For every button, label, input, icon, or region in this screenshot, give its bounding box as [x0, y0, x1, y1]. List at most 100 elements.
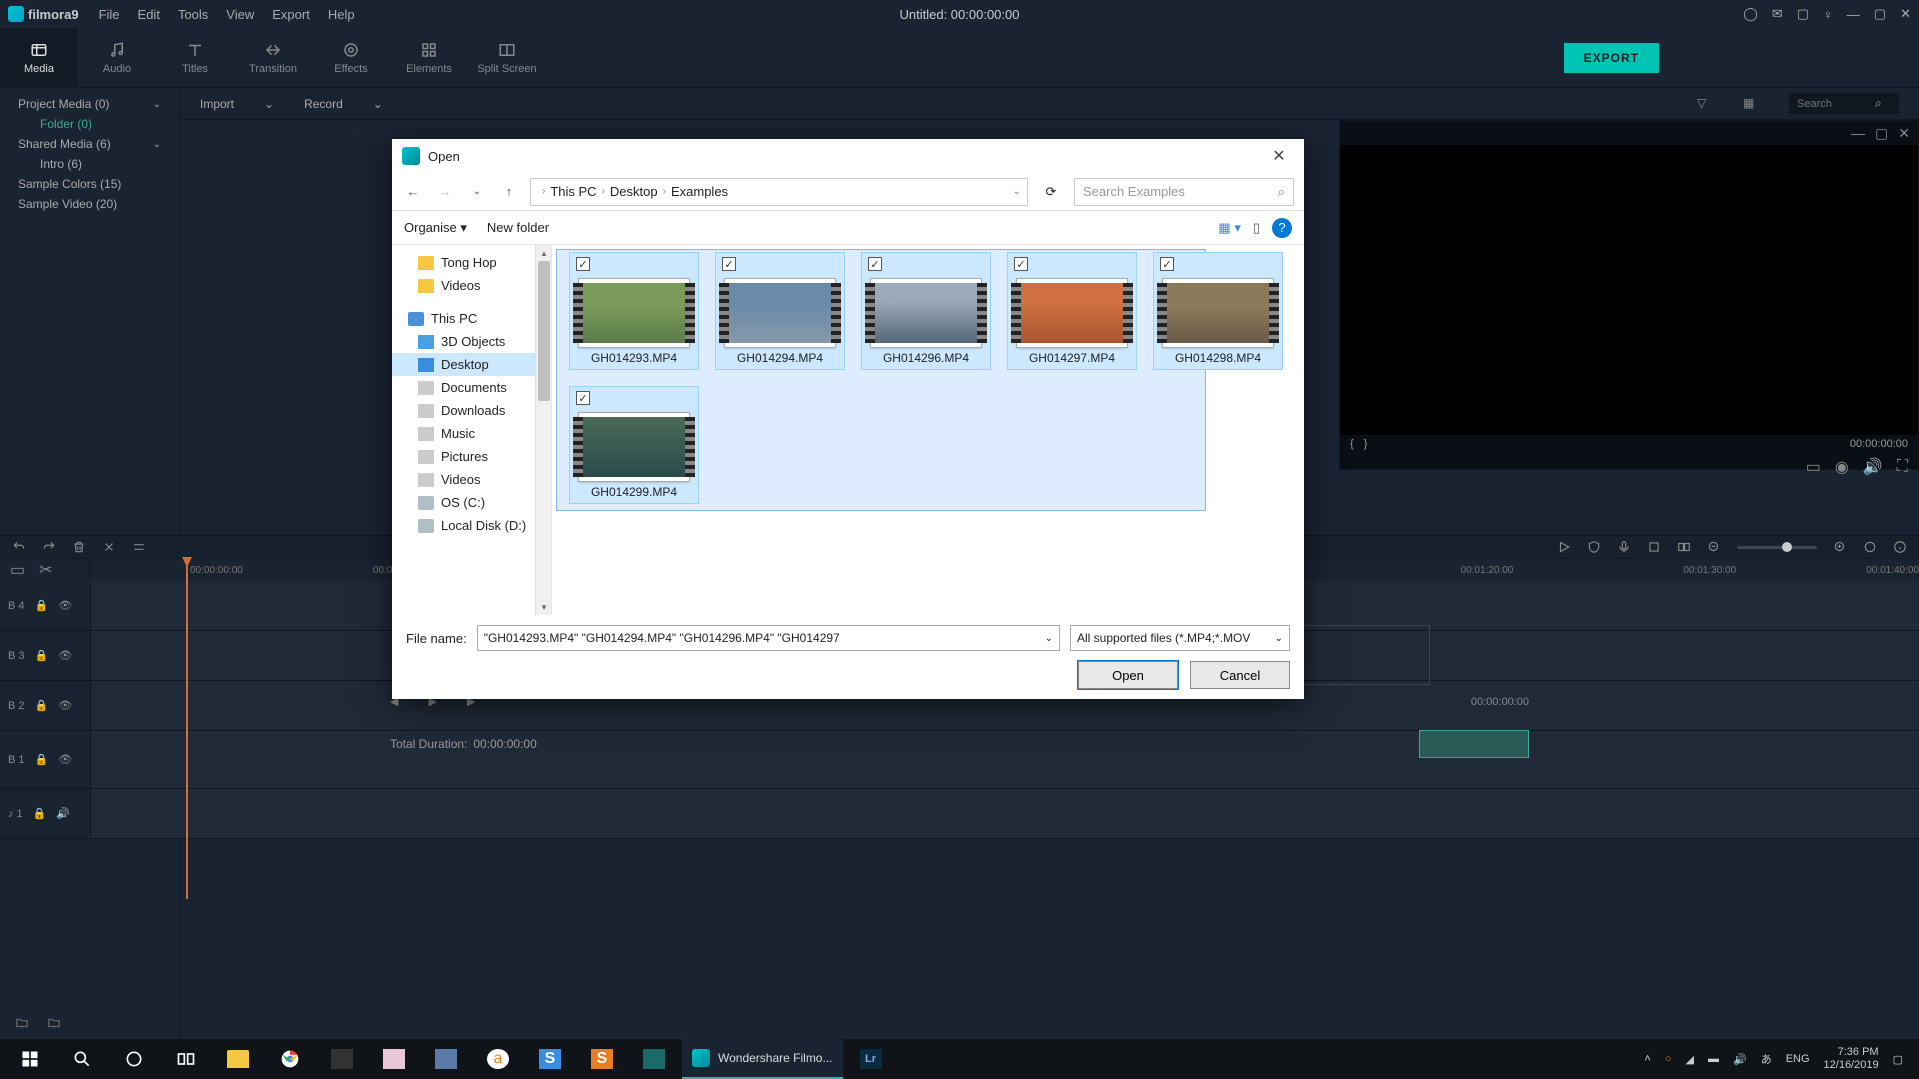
- undo-icon[interactable]: [12, 540, 26, 554]
- panel-icon[interactable]: [1677, 540, 1691, 554]
- playhead[interactable]: [186, 559, 188, 899]
- scroll-up-icon[interactable]: ▴: [536, 245, 552, 261]
- mark-in-icon[interactable]: {: [1350, 438, 1354, 450]
- menu-edit[interactable]: Edit: [138, 7, 160, 22]
- eye-icon[interactable]: 👁: [58, 599, 72, 612]
- mark-out-icon[interactable]: }: [1364, 438, 1368, 450]
- taskview-button[interactable]: [162, 1039, 210, 1079]
- render-preview[interactable]: [1419, 730, 1529, 758]
- message-icon[interactable]: ✉: [1772, 6, 1783, 22]
- mail-icon[interactable]: ▢: [1797, 6, 1809, 22]
- lock-icon[interactable]: 🔒: [35, 649, 49, 662]
- filetype-select[interactable]: All supported files (*.MP4;*.MOV ⌄: [1070, 625, 1290, 651]
- mic-icon[interactable]: [1617, 540, 1631, 554]
- tab-transition[interactable]: Transition: [234, 28, 312, 88]
- maximize-icon[interactable]: ▢: [1874, 6, 1886, 22]
- forward-icon[interactable]: →: [434, 181, 456, 203]
- language-indicator[interactable]: ENG: [1786, 1053, 1810, 1065]
- tab-media[interactable]: Media: [0, 28, 78, 88]
- app-teal[interactable]: [630, 1039, 678, 1079]
- track-head-2[interactable]: B 2🔒👁: [0, 699, 90, 712]
- speaker-icon[interactable]: 🔊: [56, 807, 70, 820]
- file-checkbox[interactable]: ✓: [722, 257, 736, 271]
- search-input[interactable]: [1797, 98, 1867, 110]
- new-folder-button[interactable]: New folder: [487, 220, 549, 235]
- filename-dropdown-icon[interactable]: ⌄: [1045, 633, 1053, 644]
- dialog-search[interactable]: Search Examples ⌕: [1074, 178, 1294, 206]
- tree-shared-media[interactable]: Shared Media (6)⌄: [0, 134, 179, 154]
- battery-icon[interactable]: ▬: [1708, 1053, 1719, 1065]
- lock-icon[interactable]: 🔒: [35, 753, 49, 766]
- breadcrumb[interactable]: › This PC › Desktop › Examples ⌄: [530, 178, 1028, 206]
- bc-examples[interactable]: Examples: [671, 184, 728, 199]
- store-app[interactable]: [318, 1039, 366, 1079]
- app-lr[interactable]: Lr: [847, 1039, 895, 1079]
- view-mode-icon[interactable]: ▦ ▾: [1218, 220, 1240, 236]
- marker-icon[interactable]: [1647, 540, 1661, 554]
- organise-dropdown[interactable]: Organise ▾: [404, 220, 467, 236]
- search-box[interactable]: ⌕: [1789, 93, 1899, 114]
- export-button[interactable]: EXPORT: [1564, 43, 1659, 73]
- tab-audio[interactable]: Audio: [78, 28, 156, 88]
- lock-icon[interactable]: 🔒: [35, 699, 49, 712]
- app-s-orange[interactable]: S: [578, 1039, 626, 1079]
- zoom-out-icon[interactable]: [1707, 540, 1721, 554]
- filename-input[interactable]: "GH014293.MP4" "GH014294.MP4" "GH014296.…: [477, 625, 1060, 651]
- track-head-audio[interactable]: ♪ 1🔒🔊: [0, 807, 90, 820]
- tree-music[interactable]: Music: [392, 422, 551, 445]
- bc-desktop[interactable]: Desktop: [610, 184, 658, 199]
- file-checkbox[interactable]: ✓: [576, 257, 590, 271]
- filter-icon[interactable]: ▽: [1697, 96, 1713, 112]
- file-item[interactable]: ✓ GH014297.MP4: [1008, 253, 1136, 369]
- zoom-slider[interactable]: [1737, 546, 1817, 549]
- tree-folder[interactable]: Folder (0): [0, 114, 179, 134]
- close-icon[interactable]: ✕: [1900, 6, 1911, 22]
- tree-drive-c[interactable]: OS (C:): [392, 491, 551, 514]
- record-dropdown[interactable]: Record⌄: [304, 97, 383, 111]
- tree-desktop[interactable]: Desktop: [392, 353, 551, 376]
- tree-intro[interactable]: Intro (6): [0, 154, 179, 174]
- eye-icon[interactable]: 👁: [58, 699, 72, 712]
- lock-icon[interactable]: 🔒: [35, 599, 49, 612]
- track-body[interactable]: [90, 789, 1919, 838]
- back-icon[interactable]: ←: [402, 181, 424, 203]
- notifications-icon[interactable]: ▢: [1893, 1053, 1903, 1066]
- track-head-1[interactable]: B 1🔒👁: [0, 753, 90, 766]
- tree-sample-video[interactable]: Sample Video (20): [0, 194, 179, 214]
- tree-thispc[interactable]: This PC: [392, 307, 551, 330]
- search-button[interactable]: [58, 1039, 106, 1079]
- ime-icon[interactable]: あ: [1761, 1051, 1772, 1067]
- lock-icon[interactable]: 🔒: [33, 807, 47, 820]
- cut-icon[interactable]: [102, 540, 116, 554]
- file-checkbox[interactable]: ✓: [1014, 257, 1028, 271]
- play-icon[interactable]: [1557, 540, 1571, 554]
- tab-splitscreen[interactable]: Split Screen: [468, 28, 546, 88]
- menu-file[interactable]: File: [99, 7, 120, 22]
- bc-thispc[interactable]: This PC: [550, 184, 596, 199]
- file-item[interactable]: ✓ GH014294.MP4: [716, 253, 844, 369]
- help-icon[interactable]: ?: [1272, 218, 1292, 238]
- scroll-down-icon[interactable]: ▾: [536, 599, 552, 615]
- eye-icon[interactable]: 👁: [58, 649, 72, 662]
- fit-icon[interactable]: [1863, 540, 1877, 554]
- file-item[interactable]: ✓ GH014299.MP4: [570, 387, 698, 503]
- tree-sample-colors[interactable]: Sample Colors (15): [0, 174, 179, 194]
- account-icon[interactable]: ◯: [1743, 6, 1758, 22]
- tree-videos[interactable]: Videos: [392, 274, 551, 297]
- filetype-dropdown-icon[interactable]: ⌄: [1275, 633, 1283, 644]
- razor-icon[interactable]: ✂: [39, 560, 52, 580]
- file-item[interactable]: ✓ GH014296.MP4: [862, 253, 990, 369]
- zoom-in-icon[interactable]: [1833, 540, 1847, 554]
- file-checkbox[interactable]: ✓: [576, 391, 590, 405]
- grid-view-icon[interactable]: ▦: [1743, 96, 1759, 112]
- track-head-4[interactable]: B 4🔒👁: [0, 599, 90, 612]
- volume-icon[interactable]: 🔊: [1733, 1053, 1747, 1066]
- search-icon[interactable]: ⌕: [1278, 184, 1285, 200]
- track-head-3[interactable]: B 3🔒👁: [0, 649, 90, 662]
- tray-chevron-icon[interactable]: ˄: [1644, 1053, 1650, 1065]
- eye-icon[interactable]: 👁: [58, 753, 72, 766]
- redo-icon[interactable]: [42, 540, 56, 554]
- menu-export[interactable]: Export: [272, 7, 310, 22]
- explorer-app[interactable]: [214, 1039, 262, 1079]
- tab-titles[interactable]: Titles: [156, 28, 234, 88]
